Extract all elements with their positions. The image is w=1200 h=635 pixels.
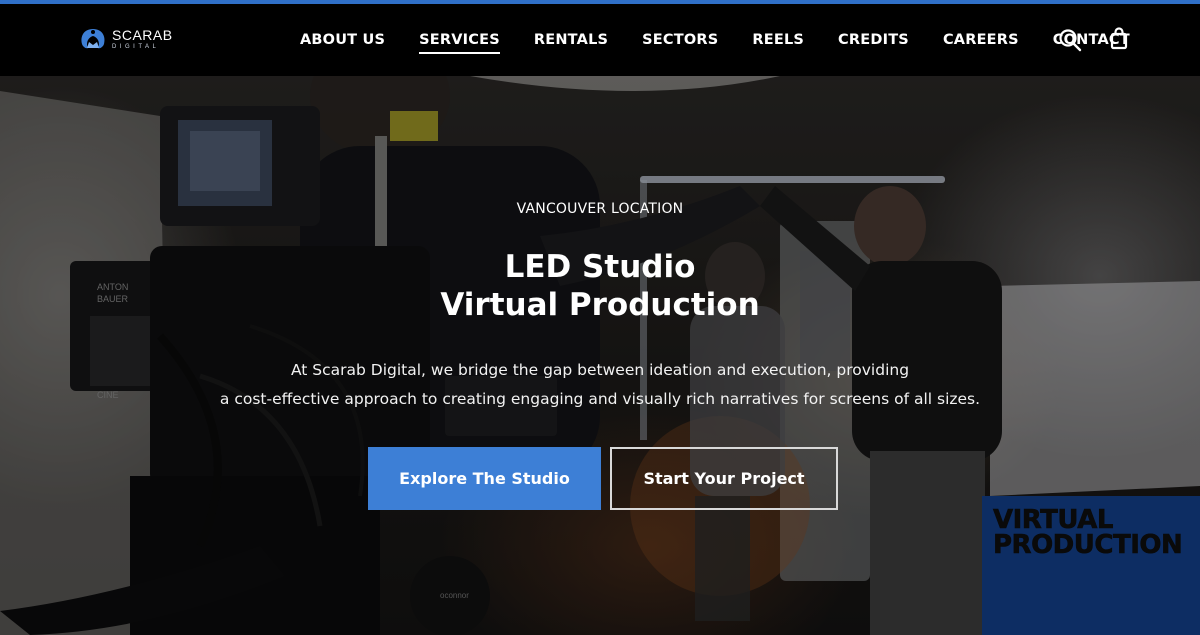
hero-description: At Scarab Digital, we bridge the gap bet… [0, 356, 1200, 414]
hero-title: LED Studio Virtual Production [0, 248, 1200, 324]
brand-logo[interactable]: SCARAB DIGITAL [78, 26, 173, 52]
explore-studio-button[interactable]: Explore The Studio [368, 447, 601, 510]
nav-sectors[interactable]: SECTORS [642, 32, 718, 48]
brand-subtitle: DIGITAL [112, 44, 160, 50]
nav-reels[interactable]: REELS [752, 32, 804, 48]
hero-eyebrow: VANCOUVER LOCATION [516, 201, 684, 217]
nav-rentals[interactable]: RENTALS [534, 32, 608, 48]
badge-line2: PRODUCTION [993, 530, 1183, 560]
site-header: SCARAB DIGITAL ABOUT US SERVICES RENTALS… [0, 4, 1200, 76]
nav-services[interactable]: SERVICES [419, 32, 500, 54]
hero-title-line2: Virtual Production [440, 287, 760, 323]
start-project-button[interactable]: Start Your Project [610, 447, 838, 510]
shopping-bag-icon[interactable] [1108, 26, 1130, 50]
nav-about-us[interactable]: ABOUT US [300, 32, 385, 48]
brand-name: SCARAB [112, 27, 173, 43]
virtual-production-badge: VIRTUAL PRODUCTION [982, 496, 1200, 635]
scarab-logo-icon [81, 29, 105, 49]
main-nav: ABOUT US SERVICES RENTALS SECTORS REELS … [300, 4, 1164, 76]
hero-title-line1: LED Studio [504, 249, 696, 285]
hero-description-line1: At Scarab Digital, we bridge the gap bet… [290, 361, 910, 379]
hero-description-line2: a cost-effective approach to creating en… [219, 390, 981, 408]
search-icon[interactable] [1058, 28, 1082, 52]
nav-credits[interactable]: CREDITS [838, 32, 909, 48]
hero-section: ANTON BAUER CINE oconnor VANCOUVER LOCAT… [0, 76, 1200, 635]
nav-careers[interactable]: CAREERS [943, 32, 1019, 48]
